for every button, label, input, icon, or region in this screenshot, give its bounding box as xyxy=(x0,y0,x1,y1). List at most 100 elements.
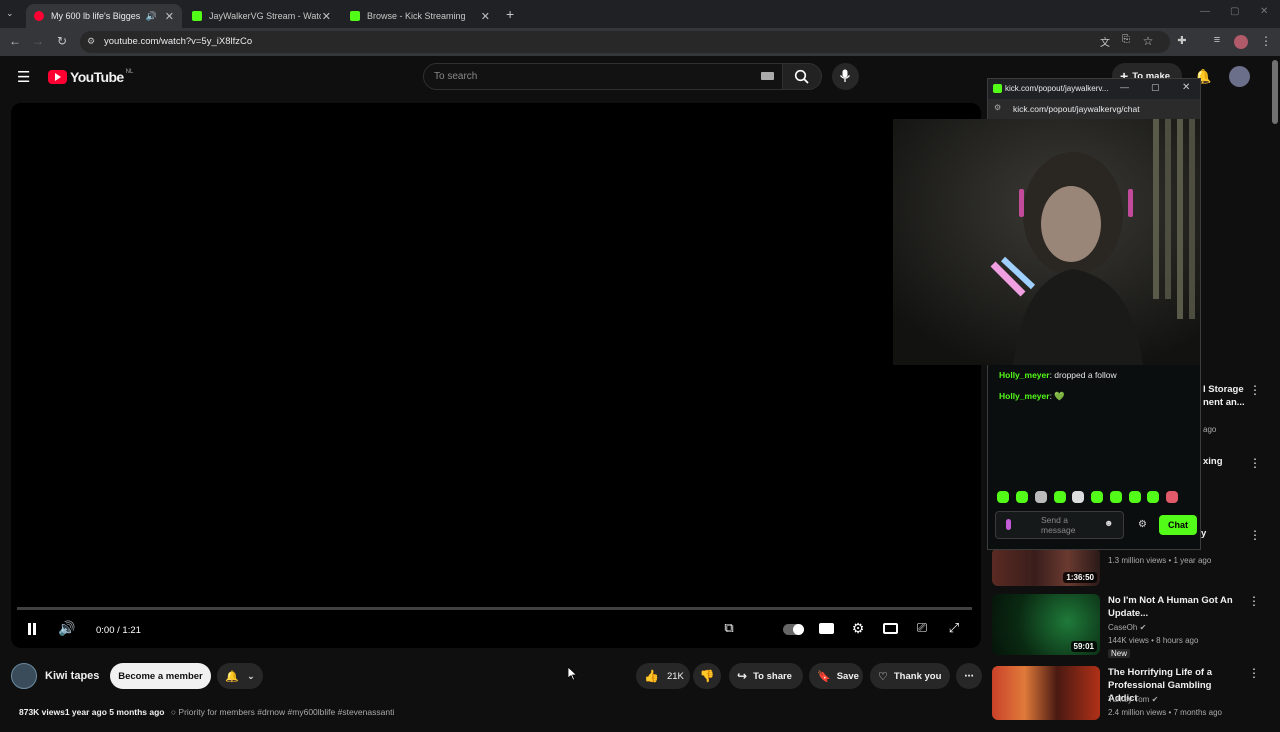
emote-icon[interactable] xyxy=(1072,491,1084,503)
chat-settings-gear-icon[interactable]: ⚙ xyxy=(1138,519,1147,530)
close-tab-icon[interactable]: ✕ xyxy=(481,10,490,23)
thanks-label: Thank you xyxy=(893,670,942,682)
kick-favicon-icon xyxy=(350,11,360,21)
voice-search-button[interactable] xyxy=(832,63,859,90)
profile-avatar[interactable] xyxy=(1234,35,1248,49)
emote-icon[interactable] xyxy=(1147,491,1159,503)
reading-list-icon[interactable]: ≡ xyxy=(1209,34,1225,46)
subscribe-notifications-button[interactable]: 🔔 ⌄ xyxy=(217,663,263,689)
video-title[interactable]: No I'm Not A Human Got An Update... xyxy=(1108,594,1243,620)
emote-icon[interactable] xyxy=(997,491,1009,503)
youtube-logo[interactable]: YouTube NL xyxy=(48,69,133,85)
maximize-icon[interactable]: ▢ xyxy=(1230,6,1239,17)
back-icon[interactable]: ← xyxy=(7,34,23,48)
emote-icon[interactable] xyxy=(1016,491,1028,503)
reload-icon[interactable]: ↻ xyxy=(54,34,70,48)
chat-text: dropped a follow xyxy=(1054,370,1117,380)
more-vert-icon[interactable]: ⋮ xyxy=(1249,383,1261,397)
hashtags[interactable]: #drnow #my600lblife #stevenassanti xyxy=(257,707,394,717)
translate-icon[interactable]: 文 xyxy=(1097,34,1113,49)
tab-kick-browse[interactable]: Browse - Kick Streaming ✕ xyxy=(342,4,498,28)
youtube-favicon-icon xyxy=(34,11,44,21)
theater-mode-icon[interactable] xyxy=(880,620,900,638)
emoji-icon[interactable]: ☻ xyxy=(1104,518,1113,528)
search-icon xyxy=(794,69,809,84)
close-tab-icon[interactable]: ✕ xyxy=(322,10,331,23)
close-window-icon[interactable]: ✕ xyxy=(1260,6,1268,17)
recommended-video[interactable]: 59:01 No I'm Not A Human Got An Update..… xyxy=(992,594,1280,660)
more-actions-button[interactable]: ⋯ xyxy=(956,663,982,689)
new-tab-icon[interactable]: + xyxy=(506,6,514,22)
emote-icon[interactable] xyxy=(1110,491,1122,503)
video-channel[interactable]: CaseOh ✔ xyxy=(1108,623,1146,632)
more-vert-icon[interactable]: ⋮ xyxy=(1248,666,1260,680)
autoplay-toggle[interactable] xyxy=(783,624,804,635)
become-member-button[interactable]: Become a member xyxy=(110,663,211,689)
video-meta: 2.4 million views • 7 months ago xyxy=(1108,708,1222,717)
minimize-icon[interactable]: — xyxy=(1120,82,1129,92)
video-thumbnail[interactable] xyxy=(992,666,1100,720)
rec-partial-title-2[interactable]: xing xyxy=(1203,456,1223,467)
kick-popout-urlbar[interactable]: ⚙ kick.com/popout/jaywalkervg/chat xyxy=(988,99,1200,119)
tab-youtube[interactable]: My 600 lb life's Biggest Fai 🔊 ✕ xyxy=(26,4,182,28)
chat-username[interactable]: Holly_meyer xyxy=(999,370,1050,380)
close-window-icon[interactable]: ✕ xyxy=(1182,82,1190,93)
keyboard-icon[interactable] xyxy=(761,72,774,80)
chat-send-button[interactable]: Chat xyxy=(1159,515,1197,535)
hamburger-menu-icon[interactable]: ☰ xyxy=(17,68,30,86)
chat-message-input[interactable]: Send a message ☻ xyxy=(995,511,1124,539)
tab-kick-stream[interactable]: JayWalkerVG Stream - Watch L ✕ xyxy=(184,4,339,28)
channel-avatar[interactable] xyxy=(11,663,37,689)
tab-title: Browse - Kick Streaming xyxy=(367,11,466,21)
close-tab-icon[interactable]: ✕ xyxy=(165,10,174,23)
forward-icon[interactable]: → xyxy=(30,34,46,48)
account-avatar[interactable] xyxy=(1229,66,1250,87)
channel-name[interactable]: Kiwi tapes xyxy=(45,670,99,682)
extensions-icon[interactable]: ✚ xyxy=(1174,34,1190,47)
video-channel[interactable]: Turkey Tom ✔ xyxy=(1108,695,1158,704)
share-label: To share xyxy=(753,670,792,682)
browser-menu-icon[interactable]: ⋮ xyxy=(1258,34,1274,48)
emote-icon[interactable] xyxy=(1091,491,1103,503)
video-player[interactable] xyxy=(11,103,981,648)
bookmark-star-icon[interactable]: ☆ xyxy=(1140,34,1156,48)
chat-message: Holly_meyer: 💚 xyxy=(999,391,1065,401)
kick-popout-titlebar[interactable]: kick.com/popout/jaywalkerv... — ▢ ✕ xyxy=(988,79,1200,99)
recommended-video[interactable]: The Horrifying Life of a Professional Ga… xyxy=(992,666,1280,732)
save-button[interactable]: 🔖 Save xyxy=(809,663,863,689)
cast-icon[interactable]: ⎚ xyxy=(912,620,932,638)
url-text[interactable]: youtube.com/watch?v=5y_iX8lfzCo xyxy=(104,36,252,47)
thanks-button[interactable]: ♡ Thank you xyxy=(870,663,950,689)
pause-icon[interactable] xyxy=(22,620,42,638)
tab-search-icon[interactable]: ⌄ xyxy=(6,8,14,19)
more-vert-icon[interactable]: ⋮ xyxy=(1249,456,1261,470)
page-scrollbar[interactable] xyxy=(1272,60,1278,124)
chat-username[interactable]: Holly_meyer xyxy=(999,391,1050,401)
site-info-icon[interactable]: ⚙ xyxy=(87,36,95,47)
search-button[interactable] xyxy=(782,63,822,90)
video-thumbnail[interactable]: 1:36:50 xyxy=(992,548,1100,586)
settings-gear-icon[interactable]: ⚙ xyxy=(848,620,868,638)
emote-icon[interactable] xyxy=(1166,491,1178,503)
emote-icon[interactable] xyxy=(1129,491,1141,503)
emote-icon[interactable] xyxy=(1035,491,1047,503)
maximize-icon[interactable]: ▢ xyxy=(1151,82,1160,93)
fullscreen-icon[interactable]: ⤢ xyxy=(944,620,964,638)
minimize-icon[interactable]: — xyxy=(1200,6,1210,17)
share-button[interactable]: ↪ To share xyxy=(729,663,803,689)
progress-bar[interactable] xyxy=(17,607,972,610)
video-thumbnail[interactable]: 59:01 xyxy=(992,594,1100,655)
install-app-icon[interactable]: ⎘ xyxy=(1118,34,1134,45)
more-vert-icon[interactable]: ⋮ xyxy=(1248,594,1260,608)
kick-stream-video[interactable] xyxy=(893,119,1200,365)
volume-icon[interactable]: 🔊 xyxy=(57,620,77,638)
emote-icon[interactable] xyxy=(1054,491,1066,503)
speaker-icon[interactable]: 🔊 xyxy=(146,11,157,22)
miniplayer-icon[interactable]: ⧉ xyxy=(719,620,739,638)
like-button[interactable]: 👍 21K xyxy=(636,663,690,689)
dislike-button[interactable]: 👎 xyxy=(693,663,721,689)
search-input[interactable]: To search xyxy=(423,63,783,90)
subtitles-icon[interactable] xyxy=(816,620,836,638)
rec-partial-title-1[interactable]: l Storage nent an... xyxy=(1203,383,1253,409)
description-line[interactable]: 873K views1 year ago 5 months ago ○ Prio… xyxy=(19,707,394,717)
